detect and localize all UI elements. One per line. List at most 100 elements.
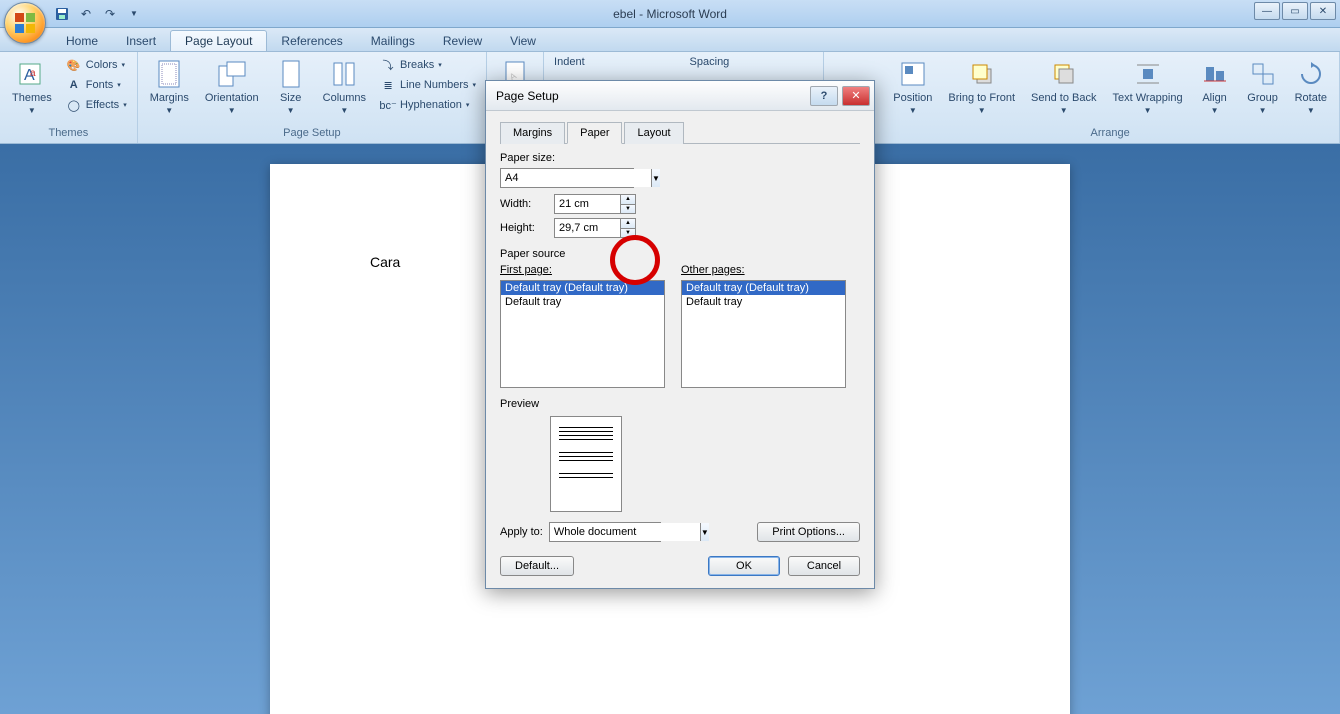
fonts-button[interactable]: AFonts ▾ [62,76,131,94]
list-item[interactable]: Default tray [682,295,845,309]
columns-icon [328,58,360,90]
default-button[interactable]: Default... [500,556,574,576]
apply-to-combo[interactable]: ▼ [549,522,661,542]
spacing-label: Spacing [686,56,818,70]
themes-group-label: Themes [6,125,131,141]
fonts-icon: A [66,77,82,93]
office-button[interactable] [4,2,46,44]
colors-button[interactable]: 🎨Colors ▾ [62,56,131,74]
first-page-listbox[interactable]: Default tray (Default tray) Default tray [500,280,665,388]
dialog-tab-paper[interactable]: Paper [567,122,622,144]
dialog-tabs: Margins Paper Layout [500,121,860,144]
paper-size-input[interactable] [501,169,651,187]
size-button[interactable]: Size▼ [269,56,313,117]
apply-to-input[interactable] [550,523,700,541]
columns-button[interactable]: Columns▼ [317,56,372,117]
position-icon [897,58,929,90]
redo-button[interactable]: ↷ [100,4,120,24]
tab-home[interactable]: Home [52,31,112,51]
list-item[interactable]: Default tray [501,295,664,309]
list-item[interactable]: Default tray (Default tray) [501,281,664,295]
margins-icon [153,58,185,90]
dialog-titlebar[interactable]: Page Setup ? ✕ [486,81,874,111]
line-numbers-icon: ≣ [380,77,396,93]
tab-page-layout[interactable]: Page Layout [170,30,267,51]
close-button[interactable]: ✕ [1310,2,1336,20]
list-item[interactable]: Default tray (Default tray) [682,281,845,295]
print-options-button[interactable]: Print Options... [757,522,860,542]
dialog-tab-layout[interactable]: Layout [624,122,683,144]
width-input[interactable] [555,195,620,213]
dialog-close-button[interactable]: ✕ [842,86,870,106]
page-setup-dialog: Page Setup ? ✕ Margins Paper Layout Pape… [485,80,875,589]
group-button[interactable]: Group▼ [1241,56,1285,117]
tab-view[interactable]: View [496,31,550,51]
dialog-help-button[interactable]: ? [810,86,838,106]
width-spin-up[interactable]: ▲ [621,195,635,205]
page-setup-group-label: Page Setup [144,125,480,141]
apply-to-dropdown-button[interactable]: ▼ [700,523,709,541]
dialog-title: Page Setup [496,89,559,103]
orientation-icon [216,58,248,90]
align-icon [1199,58,1231,90]
dialog-tab-margins[interactable]: Margins [500,122,565,144]
align-button[interactable]: Align▼ [1193,56,1237,117]
paper-size-dropdown-button[interactable]: ▼ [651,169,660,187]
group-page-setup: Margins▼ Orientation▼ Size▼ Columns▼ ⤵Br… [138,52,487,143]
size-icon [275,58,307,90]
group-themes: Aa Themes ▼ 🎨Colors ▾ AFonts ▾ ◯Effects … [0,52,138,143]
hyphenation-button[interactable]: bc⁻Hyphenation ▾ [376,96,480,114]
margins-button[interactable]: Margins▼ [144,56,195,117]
title-bar: ↶ ↷ ▼ ebel - Microsoft Word — ▭ ✕ [0,0,1340,28]
effects-button[interactable]: ◯Effects ▾ [62,96,131,114]
width-label: Width: [500,198,546,210]
office-logo-icon [13,11,37,35]
paper-source-label: Paper source [500,248,860,260]
effects-icon: ◯ [66,97,82,113]
send-back-icon [1048,58,1080,90]
other-pages-label: Other pages: [681,264,846,276]
hyphenation-icon: bc⁻ [380,97,396,113]
height-label: Height: [500,222,546,234]
paper-size-combo[interactable]: ▼ [500,168,634,188]
tab-mailings[interactable]: Mailings [357,31,429,51]
window-title: ebel - Microsoft Word [613,7,727,21]
undo-button[interactable]: ↶ [76,4,96,24]
breaks-button[interactable]: ⤵Breaks ▾ [376,56,480,74]
cancel-button[interactable]: Cancel [788,556,860,576]
breaks-icon: ⤵ [380,57,396,73]
width-spinbox[interactable]: ▲▼ [554,194,636,214]
height-spin-up[interactable]: ▲ [621,219,635,229]
minimize-button[interactable]: — [1254,2,1280,20]
chevron-down-icon: ▼ [28,106,36,115]
width-spin-down[interactable]: ▼ [621,205,635,214]
rotate-button[interactable]: Rotate▼ [1289,56,1333,117]
other-pages-listbox[interactable]: Default tray (Default tray) Default tray [681,280,846,388]
themes-icon: Aa [16,58,48,90]
text-wrapping-button[interactable]: Text Wrapping▼ [1106,56,1188,117]
themes-label: Themes [12,92,52,104]
orientation-button[interactable]: Orientation▼ [199,56,265,117]
tab-review[interactable]: Review [429,31,496,51]
height-spinbox[interactable]: ▲▼ [554,218,636,238]
position-button[interactable]: Position▼ [887,56,938,117]
tab-insert[interactable]: Insert [112,31,170,51]
send-to-back-button[interactable]: Send to Back▼ [1025,56,1102,117]
tab-references[interactable]: References [267,31,356,51]
bring-to-front-button[interactable]: Bring to Front▼ [942,56,1021,117]
restore-button[interactable]: ▭ [1282,2,1308,20]
line-numbers-button[interactable]: ≣Line Numbers ▾ [376,76,480,94]
save-button[interactable] [52,4,72,24]
paper-size-label: Paper size: [500,152,860,164]
themes-button[interactable]: Aa Themes ▼ [6,56,58,117]
height-spin-down[interactable]: ▼ [621,229,635,238]
rotate-icon [1295,58,1327,90]
qat-dropdown[interactable]: ▼ [124,4,144,24]
group-icon [1247,58,1279,90]
ribbon-tabs: Home Insert Page Layout References Maili… [0,28,1340,52]
preview-label: Preview [500,398,860,410]
ok-button[interactable]: OK [708,556,780,576]
svg-text:a: a [30,68,36,79]
height-input[interactable] [555,219,620,237]
arrange-group-label: Arrange [887,125,1333,141]
